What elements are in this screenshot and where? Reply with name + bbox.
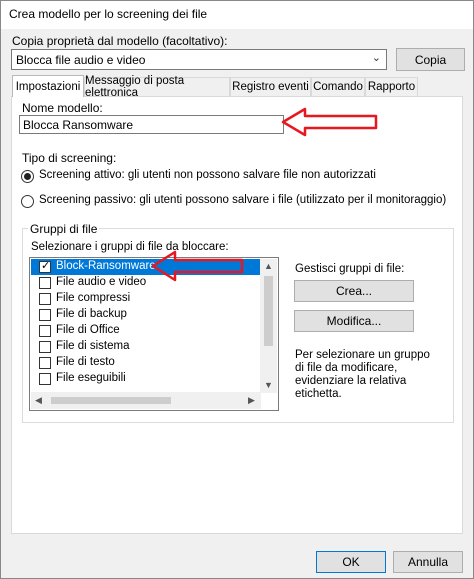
create-button-label: Crea... — [335, 284, 372, 298]
ok-button-label: OK — [342, 555, 360, 569]
checkbox[interactable] — [39, 341, 51, 353]
list-item-label: File audio e video — [56, 276, 147, 288]
horizontal-scrollbar[interactable]: ◀ ▶ — [31, 392, 261, 409]
ok-button[interactable]: OK — [316, 551, 386, 573]
checkbox[interactable] — [39, 325, 51, 337]
tab-comando[interactable]: Comando — [311, 77, 365, 96]
checkbox[interactable] — [39, 357, 51, 369]
scroll-thumb[interactable] — [264, 276, 273, 346]
help-text: Per selezionare un gruppo di file da mod… — [295, 349, 430, 400]
tab-label: Registro eventi — [232, 81, 309, 93]
scroll-up-icon[interactable]: ▲ — [264, 261, 273, 271]
tab-impostazioni[interactable]: Impostazioni — [12, 75, 84, 97]
list-item[interactable]: File di Office — [31, 323, 261, 339]
manage-groups-label: Gestisci gruppi di file: — [295, 263, 405, 275]
tab-label: Rapporto — [367, 81, 416, 93]
list-item[interactable]: File di sistema — [31, 339, 261, 355]
template-name-input[interactable]: Blocca Ransomware — [19, 115, 284, 134]
cancel-button[interactable]: Annulla — [393, 551, 463, 573]
passive-screening-label[interactable]: Screening passivo: gli utenti possono sa… — [39, 194, 446, 206]
checkbox[interactable]: ✓ — [39, 260, 51, 273]
edit-button-label: Modifica... — [326, 314, 382, 328]
list-item-label: File compressi — [56, 292, 131, 304]
tab-label: Comando — [313, 81, 363, 93]
title-bar[interactable]: Crea modello per lo screening dei file — [1, 1, 473, 29]
scroll-down-icon[interactable]: ▼ — [264, 380, 273, 390]
scroll-left-icon[interactable]: ◀ — [35, 395, 42, 406]
copy-template-value: Blocca file audio e video — [16, 53, 146, 67]
list-item[interactable]: File compressi — [31, 291, 261, 307]
checkmark-icon: ✓ — [41, 260, 51, 272]
copy-template-label: Copia proprietà dal modello (facoltativo… — [12, 34, 228, 48]
list-item[interactable]: File di backup — [31, 307, 261, 323]
tab-registro-eventi[interactable]: Registro eventi — [230, 77, 311, 96]
screening-type-label: Tipo di screening: — [22, 151, 117, 165]
annotation-arrow-icon — [151, 250, 244, 282]
checkbox[interactable] — [39, 277, 51, 289]
active-screening-label[interactable]: Screening attivo: gli utenti non possono… — [39, 169, 376, 181]
chevron-down-icon: ⌄ — [371, 52, 381, 64]
cancel-button-label: Annulla — [407, 555, 449, 569]
tab-rapporto[interactable]: Rapporto — [365, 77, 418, 96]
scroll-right-icon[interactable]: ▶ — [248, 395, 255, 406]
checkbox[interactable] — [39, 309, 51, 321]
list-item-label: File di backup — [56, 308, 127, 320]
list-item[interactable]: File eseguibili — [31, 371, 261, 387]
passive-screening-radio[interactable] — [21, 195, 34, 208]
list-item-label: File di sistema — [56, 340, 130, 352]
create-group-button[interactable]: Crea... — [294, 280, 414, 302]
dialog-window: Crea modello per lo screening dei file C… — [0, 0, 474, 579]
annotation-arrow-icon — [281, 107, 378, 137]
scroll-thumb[interactable] — [51, 397, 171, 404]
file-groups-title: Gruppi di file — [28, 222, 100, 236]
list-item[interactable]: File di testo — [31, 355, 261, 371]
tab-messaggio-posta[interactable]: Messaggio di posta elettronica — [84, 75, 230, 99]
edit-group-button[interactable]: Modifica... — [294, 310, 414, 332]
radio-dot — [24, 173, 31, 180]
list-item-label: File eseguibili — [56, 372, 126, 384]
template-name-value: Blocca Ransomware — [23, 118, 134, 132]
active-screening-radio[interactable] — [21, 170, 34, 183]
checkbox[interactable] — [39, 373, 51, 385]
list-item-label: File di testo — [56, 356, 115, 368]
template-name-label: Nome modello: — [22, 101, 103, 115]
checkbox[interactable] — [39, 293, 51, 305]
window-title: Crea modello per lo screening dei file — [9, 7, 208, 21]
copy-button-label: Copia — [414, 52, 447, 67]
tab-label: Impostazioni — [15, 80, 81, 93]
copy-button[interactable]: Copia — [396, 48, 465, 71]
copy-template-dropdown[interactable]: Blocca file audio e video ⌄ — [11, 49, 387, 70]
list-item-label: Block-Ransomware — [56, 260, 156, 272]
vertical-scrollbar[interactable]: ▲ ▼ — [260, 259, 277, 393]
list-item-label: File di Office — [56, 324, 120, 336]
